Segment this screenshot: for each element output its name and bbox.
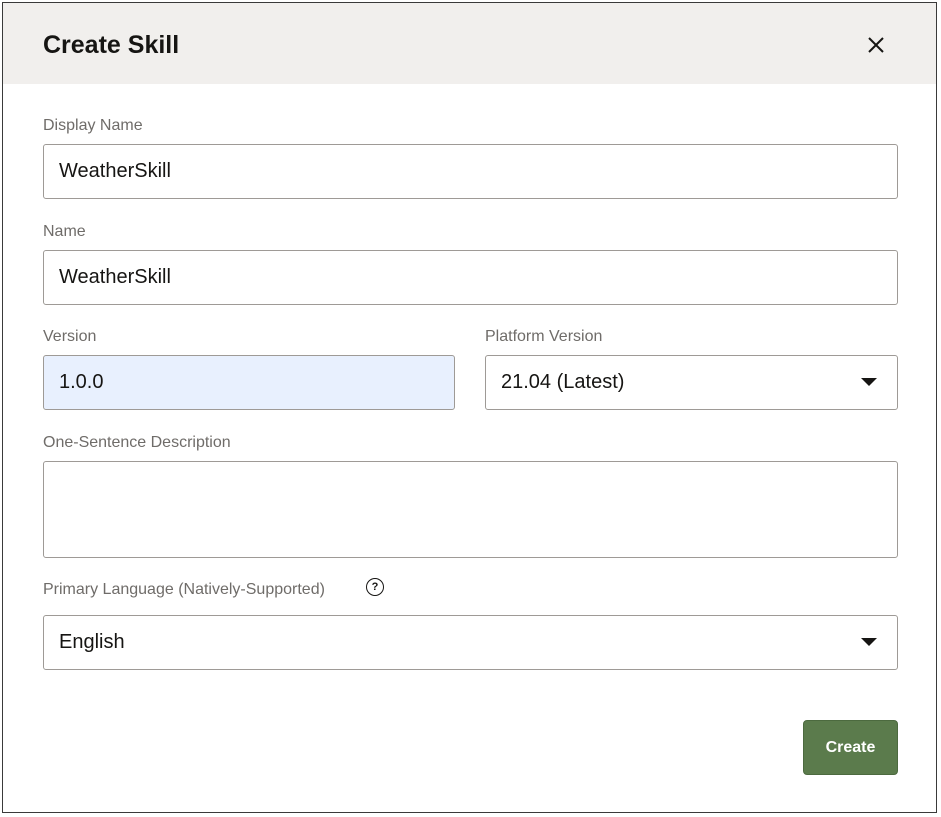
display-name-label: Display Name — [43, 117, 143, 134]
dialog-header: Create Skill — [3, 3, 936, 84]
create-button[interactable]: Create — [803, 720, 898, 775]
description-label: One-Sentence Description — [43, 434, 231, 451]
platform-version-select[interactable]: 21.04 (Latest) — [485, 355, 898, 410]
name-value: WeatherSkill — [59, 266, 171, 288]
primary-language-label: Primary Language (Natively-Supported) — [43, 581, 325, 598]
dialog-title: Create Skill — [43, 31, 180, 59]
close-button[interactable] — [861, 30, 891, 60]
name-label: Name — [43, 223, 86, 240]
chevron-down-icon — [861, 378, 877, 386]
help-icon[interactable]: ? — [366, 578, 384, 596]
create-skill-dialog: Create Skill Display Name WeatherSkill N… — [2, 2, 937, 813]
display-name-input[interactable]: WeatherSkill — [43, 144, 898, 199]
chevron-down-icon — [861, 638, 877, 646]
version-label: Version — [43, 328, 97, 345]
version-input[interactable]: 1.0.0 — [43, 355, 455, 410]
platform-version-value: 21.04 (Latest) — [501, 371, 625, 393]
platform-version-label: Platform Version — [485, 328, 603, 345]
description-textarea[interactable] — [43, 461, 898, 558]
version-value: 1.0.0 — [59, 371, 104, 393]
display-name-value: WeatherSkill — [59, 160, 171, 182]
close-icon — [868, 37, 884, 53]
primary-language-value: English — [59, 631, 125, 653]
name-input[interactable]: WeatherSkill — [43, 250, 898, 305]
primary-language-select[interactable]: English — [43, 615, 898, 670]
